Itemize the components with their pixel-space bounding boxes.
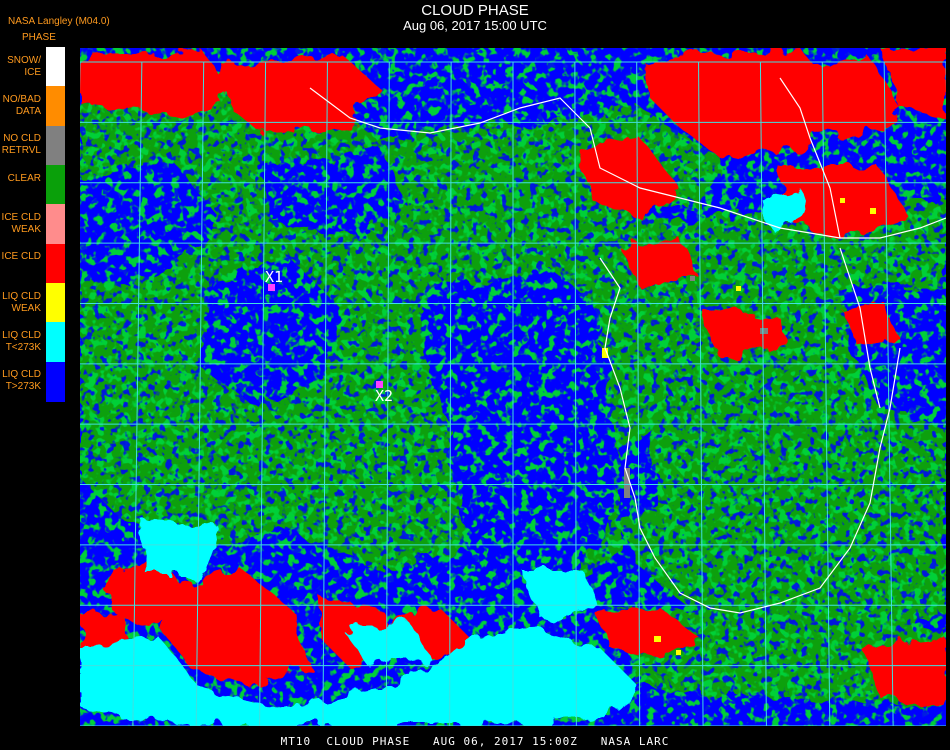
product-title: CLOUD PHASE bbox=[421, 2, 529, 19]
legend-label: NO/BAD DATA bbox=[2, 94, 41, 117]
legend-swatch bbox=[46, 86, 65, 127]
legend-swatch bbox=[46, 283, 65, 323]
legend-label: SNOW/ ICE bbox=[7, 54, 41, 78]
phase-color-legend bbox=[46, 47, 65, 402]
legend-label: LIQ CLD T>273K bbox=[2, 369, 41, 393]
legend-label: ICE CLD WEAK bbox=[1, 212, 41, 235]
legend-swatch bbox=[46, 165, 65, 205]
cloud-phase-map[interactable] bbox=[80, 48, 946, 726]
legend-label: ICE CLD bbox=[1, 251, 41, 263]
legend-label: LIQ CLD WEAK bbox=[2, 290, 41, 314]
legend-swatch bbox=[46, 361, 65, 402]
legend-swatch bbox=[46, 47, 65, 87]
legend-swatch bbox=[46, 125, 65, 166]
satellite-product-view: CLOUD PHASE Aug 06, 2017 15:00 UTC NASA … bbox=[0, 0, 950, 750]
marker-x1-label: X1 bbox=[265, 268, 284, 286]
product-datetime: Aug 06, 2017 15:00 UTC bbox=[403, 18, 547, 33]
marker-x2-label: X2 bbox=[375, 387, 394, 405]
agency-label: NASA Langley (M04.0) bbox=[8, 16, 110, 27]
legend-label: LIQ CLD T<273K bbox=[2, 330, 41, 353]
footer-caption: MT10 CLOUD PHASE AUG 06, 2017 15:00Z NAS… bbox=[280, 735, 670, 748]
legend-label: NO CLD RETRVL bbox=[1, 133, 41, 157]
legend-swatch bbox=[46, 243, 65, 284]
legend-title: PHASE bbox=[22, 32, 56, 43]
legend-swatch bbox=[46, 204, 65, 245]
legend-swatch bbox=[46, 322, 65, 363]
legend-label: CLEAR bbox=[7, 172, 41, 184]
